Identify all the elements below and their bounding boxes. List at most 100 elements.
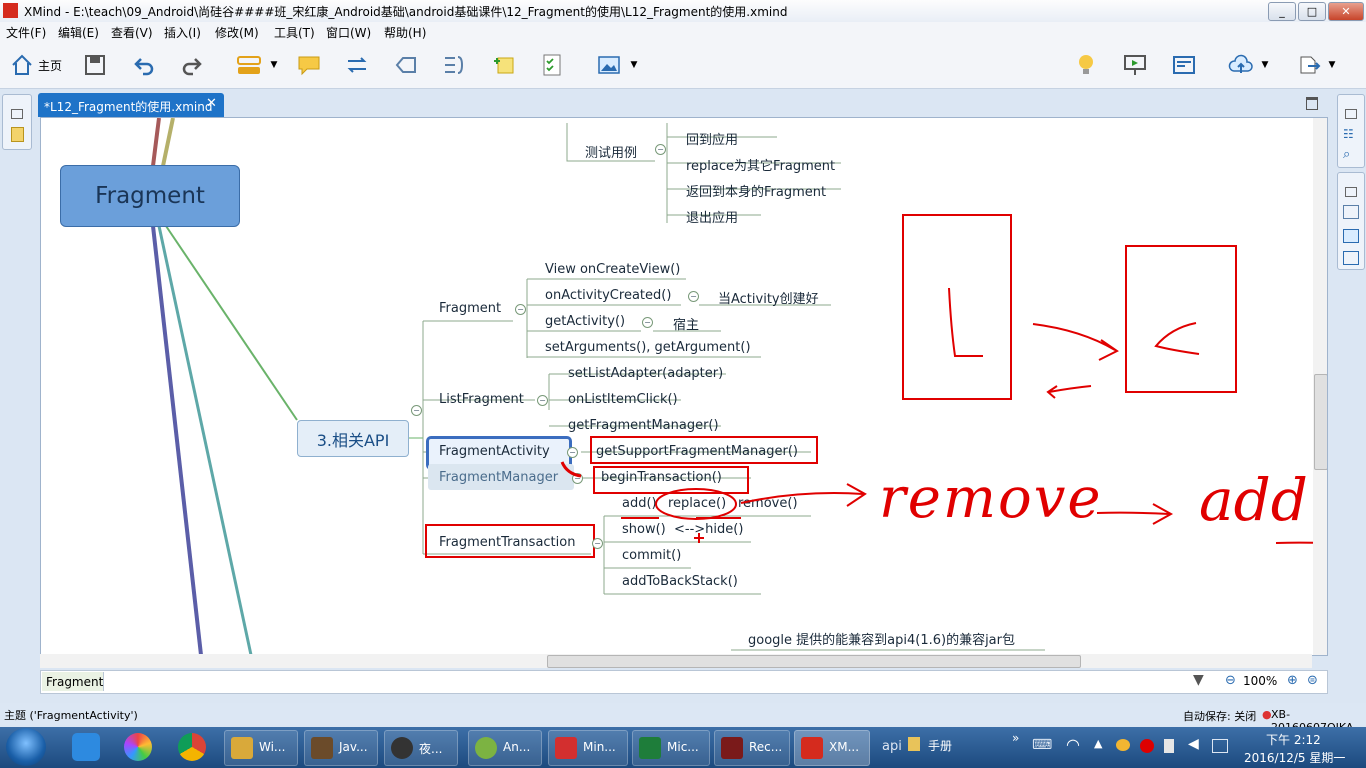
filter-icon[interactable]: ▼ (1193, 672, 1204, 688)
menu-insert[interactable]: 插入(I) (164, 24, 201, 41)
show-hidden-icons[interactable]: ▲ (1094, 737, 1102, 750)
brainstorm-button[interactable] (1073, 52, 1099, 78)
task-item-android-studio[interactable]: An... (468, 730, 542, 766)
menu-help[interactable]: 帮助(H) (384, 24, 426, 41)
menu-view[interactable]: 查看(V) (111, 24, 153, 41)
cloud-upload-button[interactable]: ▼ (1220, 52, 1276, 78)
restore-icon[interactable] (1345, 187, 1357, 197)
zoom-level[interactable]: 100% (1243, 674, 1277, 688)
sogou-icon[interactable] (72, 733, 100, 761)
undo-icon (134, 58, 154, 76)
right-side-panel-bottom (1337, 172, 1365, 270)
checklist-icon (543, 54, 561, 76)
start-button[interactable] (6, 728, 46, 766)
layout-button[interactable] (1171, 52, 1197, 78)
insert-topic-button[interactable]: ▼ (228, 52, 284, 78)
sheet-tab[interactable]: Fragment (42, 672, 104, 691)
menu-edit[interactable]: 编辑(E) (58, 24, 99, 41)
handwritten-remove: remove (879, 466, 1103, 531)
close-button[interactable]: ✕ (1328, 2, 1364, 21)
summary-button[interactable] (441, 52, 467, 78)
outline-icon[interactable]: ☷ (1343, 127, 1354, 141)
photos-icon[interactable] (124, 733, 152, 761)
chevron-down-icon[interactable]: ▼ (1262, 60, 1269, 70)
save-button[interactable] (82, 52, 108, 78)
maximize-button[interactable]: □ (1298, 2, 1326, 21)
boundary-button[interactable] (393, 52, 419, 78)
task-label: An... (503, 740, 531, 754)
network-icon[interactable] (1212, 739, 1228, 753)
menu-file[interactable]: 文件(F) (6, 24, 46, 41)
chrome-icon[interactable] (178, 733, 206, 761)
keyboard-icon[interactable]: ⌨ (1032, 737, 1052, 753)
menu-modify[interactable]: 修改(M) (215, 24, 259, 41)
callout-icon (298, 56, 320, 76)
markers-icon[interactable] (1343, 229, 1359, 243)
task-item-xmind[interactable]: XM... (794, 730, 870, 766)
undo-button[interactable] (131, 52, 157, 78)
zoom-in-icon[interactable]: ⊕ (1287, 673, 1298, 688)
chevron-down-icon[interactable]: ▼ (1329, 60, 1336, 70)
horizontal-scroll-thumb[interactable] (547, 655, 1081, 668)
tray-app-icon[interactable] (1116, 739, 1130, 751)
menu-window[interactable]: 窗口(W) (326, 24, 371, 41)
restore-icon[interactable] (1345, 109, 1357, 119)
status-bar: 主题 ('FragmentActivity') 自动保存: 关闭 ● XB-20… (0, 703, 1366, 734)
usb-icon[interactable] (1164, 739, 1174, 753)
task-item-java-ee[interactable]: Jav... (304, 730, 378, 766)
sheet-tab-label: Fragment (46, 675, 104, 689)
status-selection: 主题 ('FragmentActivity') (4, 709, 138, 722)
callout-button[interactable] (296, 52, 322, 78)
zoom-out-icon[interactable]: ⊖ (1225, 673, 1236, 688)
redo-button[interactable] (179, 52, 205, 78)
task-item-mindmanager[interactable]: Min... (548, 730, 628, 766)
maximize-editor-icon[interactable] (1306, 97, 1318, 110)
task-button[interactable] (539, 52, 565, 78)
input-method[interactable]: api (882, 739, 902, 754)
task-item-recorder[interactable]: Rec... (714, 730, 790, 766)
clock-date[interactable]: 2016/12/5 星期一 (1244, 749, 1345, 766)
export-icon (1300, 56, 1320, 74)
task-item-nox[interactable]: 夜... (384, 730, 458, 766)
add-note-button[interactable] (491, 52, 517, 78)
vertical-scrollbar[interactable] (1313, 118, 1327, 655)
notes-icon[interactable] (11, 127, 24, 142)
chevron-down-icon[interactable]: ▼ (271, 60, 278, 70)
menu-tools[interactable]: 工具(T) (274, 24, 315, 41)
presentation-icon (1124, 55, 1146, 75)
mindmap-canvas[interactable]: Fragment 3.相关API − 测试用例 − 回到应用 replace为其… (40, 117, 1328, 656)
task-info-icon[interactable] (1343, 251, 1359, 265)
insert-image-button[interactable]: ▼ (589, 52, 645, 78)
chevron-down-icon[interactable]: ▼ (631, 60, 638, 70)
home-icon (12, 54, 32, 75)
task-item-windows-explorer[interactable]: Wi... (224, 730, 298, 766)
wifi-icon[interactable]: ◠ (1066, 735, 1080, 754)
title-bar: XMind - E:\teach\09_Android\尚硅谷####班_宋红康… (0, 0, 1366, 23)
chevron-right-icon[interactable]: » (1012, 731, 1019, 745)
boundary-icon (395, 57, 416, 73)
clock-time[interactable]: 下午 2:12 (1266, 731, 1321, 748)
home-button[interactable]: 主页 (6, 52, 66, 78)
manual-toolbar[interactable]: 手册 (928, 737, 952, 754)
export-button[interactable]: ▼ (1288, 52, 1344, 78)
restore-icon[interactable] (11, 109, 23, 119)
record-icon[interactable] (1140, 739, 1154, 753)
relationship-button[interactable] (344, 52, 370, 78)
sheet-bar: Fragment ▼ ⊖ 100% ⊕ ⊜ (40, 670, 1328, 694)
menu-bar: 文件(F) 编辑(E) 查看(V) 插入(I) 修改(M) 工具(T) 窗口(W… (0, 22, 1366, 42)
volume-icon[interactable]: ◀ (1188, 736, 1199, 752)
autosave-status[interactable]: 自动保存: 关闭 (1183, 708, 1256, 724)
vertical-scroll-thumb[interactable] (1314, 374, 1327, 470)
zoom-fit-icon[interactable]: ⊜ (1307, 673, 1318, 688)
cloud-upload-icon (1228, 54, 1253, 73)
presentation-button[interactable] (1122, 52, 1148, 78)
horizontal-scrollbar[interactable] (40, 654, 1312, 668)
search-icon[interactable]: ⌕ (1343, 147, 1350, 162)
tab-document[interactable]: *L12_Fragment的使用.xmind ✕ (38, 93, 224, 117)
relationship-icon (347, 57, 367, 73)
properties-icon[interactable] (1343, 205, 1359, 219)
tab-close-icon[interactable]: ✕ (206, 96, 217, 111)
layout-icon (1173, 56, 1195, 74)
task-item-excel[interactable]: Mic... (632, 730, 710, 766)
minimize-button[interactable]: _ (1268, 2, 1296, 21)
